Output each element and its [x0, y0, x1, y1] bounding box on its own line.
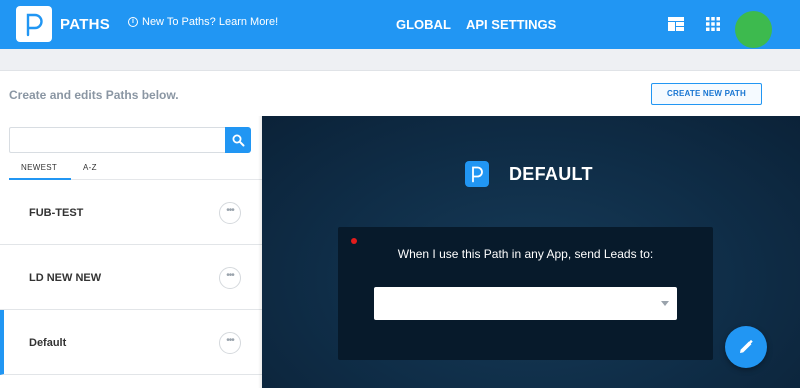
more-options-icon[interactable]: •••	[219, 202, 241, 224]
paths-logo-icon	[472, 166, 483, 183]
lead-destination-select[interactable]	[374, 287, 677, 320]
path-logo	[465, 161, 489, 187]
tab-a-z[interactable]: A-Z	[83, 163, 97, 172]
list-item-label: Default	[29, 337, 67, 349]
list-item-label: LD NEW NEW	[29, 272, 102, 284]
chevron-down-icon	[661, 301, 669, 306]
sort-tabs: NEWEST A-Z	[9, 158, 262, 180]
paths-sidebar: NEWEST A-Z FUB-TEST ••• LD NEW NEW ••• D…	[0, 116, 262, 388]
more-options-icon[interactable]: •••	[219, 267, 241, 289]
list-item-selected[interactable]: Default •••	[0, 310, 262, 375]
header-spacer	[0, 49, 800, 71]
pencil-icon	[740, 339, 753, 353]
nav-api-settings[interactable]: API SETTINGS	[466, 17, 556, 32]
info-icon: i	[128, 17, 138, 27]
learn-more-link[interactable]: i New To Paths? Learn More!	[128, 16, 278, 28]
paths-logo[interactable]	[16, 6, 52, 42]
list-item-label: FUB-TEST	[29, 207, 84, 219]
list-item[interactable]: LD NEW NEW •••	[0, 245, 262, 310]
apps-grid-icon[interactable]	[706, 17, 720, 31]
page-subtitle: Create and edits Paths below.	[9, 88, 179, 102]
status-dot-icon	[351, 238, 357, 244]
paths-logo-icon	[26, 13, 43, 37]
search-icon	[232, 134, 244, 146]
nav-global[interactable]: GLOBAL	[396, 17, 451, 32]
path-detail-panel: DEFAULT When I use this Path in any App,…	[262, 116, 800, 388]
more-options-icon[interactable]: •••	[219, 332, 241, 354]
paths-list: FUB-TEST ••• LD NEW NEW ••• Default •••	[0, 180, 262, 375]
create-new-path-button[interactable]: CREATE NEW PATH	[651, 83, 762, 105]
search-input[interactable]	[9, 127, 225, 153]
search-button[interactable]	[225, 127, 251, 153]
dashboard-icon[interactable]	[668, 17, 684, 31]
top-bar: PATHS i New To Paths? Learn More! GLOBAL…	[0, 0, 800, 49]
edit-fab-button[interactable]	[725, 326, 767, 368]
learn-more-label: New To Paths? Learn More!	[142, 16, 279, 28]
tab-newest[interactable]: NEWEST	[21, 163, 57, 172]
lead-routing-card: When I use this Path in any App, send Le…	[338, 227, 713, 360]
path-title: DEFAULT	[509, 164, 593, 184]
user-avatar[interactable]	[735, 11, 772, 48]
list-item[interactable]: FUB-TEST •••	[0, 180, 262, 245]
routing-prompt: When I use this Path in any App, send Le…	[397, 247, 654, 261]
brand-name: PATHS	[60, 16, 111, 33]
